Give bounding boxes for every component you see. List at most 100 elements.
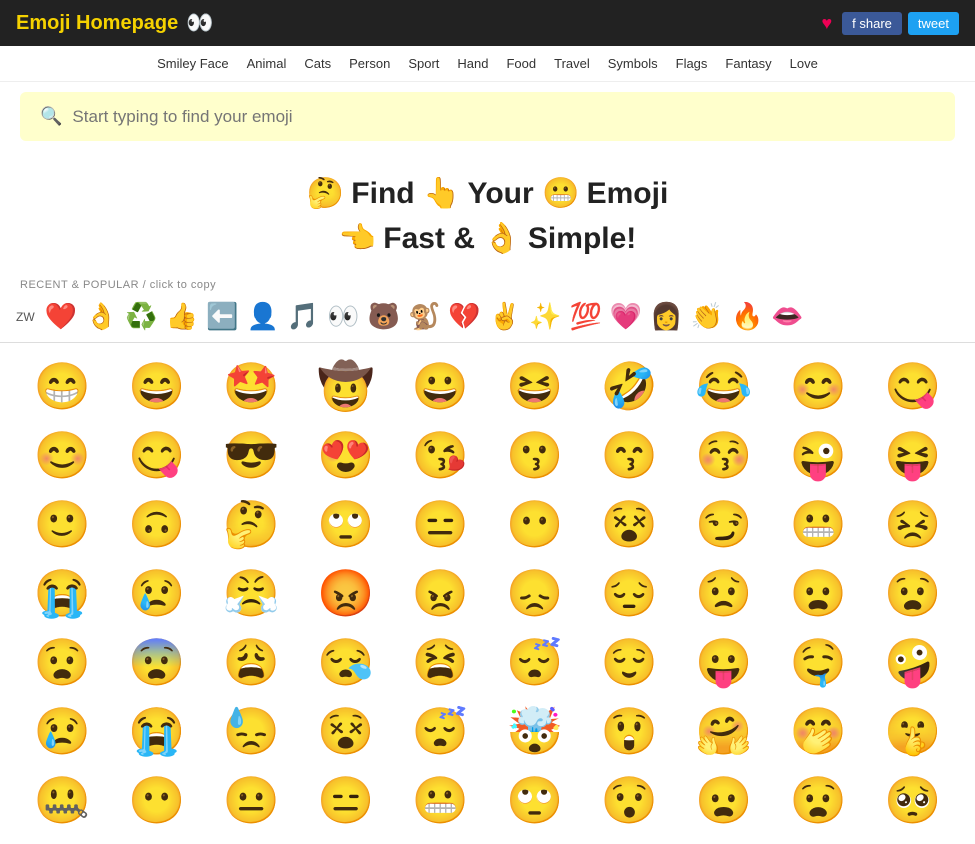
- emoji-cell[interactable]: 😓: [205, 698, 298, 765]
- emoji-cell[interactable]: 😧: [16, 629, 109, 696]
- emoji-cell[interactable]: 😵: [300, 698, 393, 765]
- emoji-cell[interactable]: 😔: [583, 560, 676, 627]
- nav-item-love[interactable]: Love: [784, 54, 824, 73]
- emoji-cell[interactable]: 😧: [772, 767, 865, 834]
- recent-emoji[interactable]: 👀: [325, 299, 361, 334]
- emoji-cell[interactable]: 😴: [489, 629, 582, 696]
- emoji-cell[interactable]: 😠: [394, 560, 487, 627]
- emoji-cell[interactable]: 😯: [583, 767, 676, 834]
- emoji-cell[interactable]: 🙄: [300, 491, 393, 558]
- emoji-cell[interactable]: 🤩: [205, 353, 298, 420]
- emoji-cell[interactable]: 😋: [867, 353, 960, 420]
- emoji-cell[interactable]: 😆: [489, 353, 582, 420]
- emoji-cell[interactable]: 😊: [16, 422, 109, 489]
- emoji-cell[interactable]: 🤐: [16, 767, 109, 834]
- emoji-cell[interactable]: 😡: [300, 560, 393, 627]
- emoji-cell[interactable]: 😝: [867, 422, 960, 489]
- emoji-cell[interactable]: 😢: [111, 560, 204, 627]
- emoji-cell[interactable]: 😫: [394, 629, 487, 696]
- emoji-cell[interactable]: 😨: [111, 629, 204, 696]
- emoji-cell[interactable]: 😵: [583, 491, 676, 558]
- emoji-cell[interactable]: 😭: [111, 698, 204, 765]
- emoji-cell[interactable]: 😛: [678, 629, 771, 696]
- emoji-cell[interactable]: 😢: [16, 698, 109, 765]
- emoji-cell[interactable]: 😙: [583, 422, 676, 489]
- emoji-cell[interactable]: 🤔: [205, 491, 298, 558]
- recent-emoji[interactable]: 💯: [568, 299, 604, 334]
- nav-item-sport[interactable]: Sport: [402, 54, 445, 73]
- emoji-cell[interactable]: 😣: [867, 491, 960, 558]
- recent-emoji[interactable]: 👤: [245, 299, 281, 334]
- emoji-cell[interactable]: 🙄: [489, 767, 582, 834]
- emoji-cell[interactable]: 😪: [300, 629, 393, 696]
- emoji-cell[interactable]: 😬: [394, 767, 487, 834]
- recent-emoji[interactable]: ⬅️: [204, 299, 240, 334]
- emoji-cell[interactable]: 🤤: [772, 629, 865, 696]
- recent-emoji[interactable]: ❤️: [43, 299, 79, 334]
- emoji-cell[interactable]: 🤪: [867, 629, 960, 696]
- emoji-cell[interactable]: 😍: [300, 422, 393, 489]
- site-title[interactable]: Emoji Homepage: [16, 12, 178, 35]
- emoji-cell[interactable]: 😑: [394, 491, 487, 558]
- nav-item-symbols[interactable]: Symbols: [602, 54, 664, 73]
- recent-emoji[interactable]: ✨: [527, 299, 563, 334]
- search-input[interactable]: [72, 107, 935, 127]
- emoji-cell[interactable]: 😋: [111, 422, 204, 489]
- emoji-cell[interactable]: 😧: [867, 560, 960, 627]
- nav-item-cats[interactable]: Cats: [298, 54, 337, 73]
- emoji-cell[interactable]: 😂: [678, 353, 771, 420]
- emoji-cell[interactable]: 🤣: [583, 353, 676, 420]
- emoji-cell[interactable]: 😴: [394, 698, 487, 765]
- recent-emoji[interactable]: 🐒: [406, 299, 442, 334]
- nav-item-smiley-face[interactable]: Smiley Face: [151, 54, 235, 73]
- tweet-button[interactable]: tweet: [908, 12, 959, 35]
- emoji-cell[interactable]: 😄: [111, 353, 204, 420]
- nav-item-fantasy[interactable]: Fantasy: [719, 54, 777, 73]
- emoji-cell[interactable]: 🤗: [678, 698, 771, 765]
- emoji-cell[interactable]: 😀: [394, 353, 487, 420]
- emoji-cell[interactable]: 😊: [772, 353, 865, 420]
- emoji-cell[interactable]: 😗: [489, 422, 582, 489]
- emoji-cell[interactable]: 🙂: [16, 491, 109, 558]
- nav-item-person[interactable]: Person: [343, 54, 396, 73]
- emoji-cell[interactable]: 😦: [678, 767, 771, 834]
- recent-emoji[interactable]: 🎵: [285, 299, 321, 334]
- emoji-cell[interactable]: 😶: [489, 491, 582, 558]
- emoji-cell[interactable]: 😁: [16, 353, 109, 420]
- emoji-cell[interactable]: 🥺: [867, 767, 960, 834]
- emoji-cell[interactable]: 🤫: [867, 698, 960, 765]
- emoji-cell[interactable]: 😚: [678, 422, 771, 489]
- nav-item-flags[interactable]: Flags: [670, 54, 714, 73]
- emoji-cell[interactable]: 🤠: [300, 353, 393, 420]
- emoji-cell[interactable]: 😑: [300, 767, 393, 834]
- emoji-cell[interactable]: 😲: [583, 698, 676, 765]
- emoji-cell[interactable]: 😌: [583, 629, 676, 696]
- recent-emoji[interactable]: 💗: [608, 299, 644, 334]
- emoji-cell[interactable]: 😘: [394, 422, 487, 489]
- emoji-cell[interactable]: 🤭: [772, 698, 865, 765]
- emoji-cell[interactable]: 😭: [16, 560, 109, 627]
- recent-emoji[interactable]: ♻️: [123, 299, 159, 334]
- emoji-cell[interactable]: 😜: [772, 422, 865, 489]
- nav-item-animal[interactable]: Animal: [241, 54, 293, 73]
- recent-emoji[interactable]: 💔: [446, 299, 482, 334]
- emoji-cell[interactable]: 😶: [111, 767, 204, 834]
- emoji-cell[interactable]: 😩: [205, 629, 298, 696]
- nav-item-food[interactable]: Food: [500, 54, 542, 73]
- emoji-cell[interactable]: 😎: [205, 422, 298, 489]
- emoji-cell[interactable]: 😞: [489, 560, 582, 627]
- recent-emoji[interactable]: 👌: [83, 299, 119, 334]
- recent-emoji[interactable]: 👏: [689, 299, 725, 334]
- share-button[interactable]: f share: [842, 12, 902, 35]
- recent-emoji[interactable]: 🐻: [366, 299, 402, 334]
- emoji-cell[interactable]: 😟: [678, 560, 771, 627]
- emoji-cell[interactable]: 😐: [205, 767, 298, 834]
- recent-emoji[interactable]: 👩: [648, 299, 684, 334]
- nav-item-travel[interactable]: Travel: [548, 54, 596, 73]
- recent-emoji[interactable]: ✌️: [487, 299, 523, 334]
- recent-emoji[interactable]: 👄: [769, 299, 805, 334]
- emoji-cell[interactable]: 😏: [678, 491, 771, 558]
- emoji-cell[interactable]: 🙃: [111, 491, 204, 558]
- recent-emoji[interactable]: 🔥: [729, 299, 765, 334]
- nav-item-hand[interactable]: Hand: [451, 54, 494, 73]
